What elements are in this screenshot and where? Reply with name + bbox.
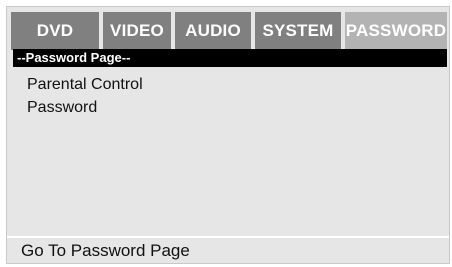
page-header: --Password Page-- bbox=[13, 49, 447, 67]
osd-setup-menu: DVD VIDEO AUDIO SYSTEM PASSWORD --Passwo… bbox=[6, 6, 450, 264]
tab-dvd[interactable]: DVD bbox=[11, 12, 99, 50]
tab-video[interactable]: VIDEO bbox=[103, 12, 171, 50]
tab-password[interactable]: PASSWORD bbox=[345, 12, 447, 50]
menu-item-parental-control[interactable]: Parental Control bbox=[27, 73, 143, 96]
status-divider bbox=[7, 236, 449, 238]
tab-audio[interactable]: AUDIO bbox=[175, 12, 251, 50]
status-bar: Go To Password Page bbox=[21, 241, 190, 260]
menu-item-password[interactable]: Password bbox=[27, 96, 143, 119]
menu-items: Parental Control Password bbox=[27, 73, 143, 119]
tab-system[interactable]: SYSTEM bbox=[255, 12, 341, 50]
tab-bar: DVD VIDEO AUDIO SYSTEM PASSWORD bbox=[11, 12, 447, 50]
